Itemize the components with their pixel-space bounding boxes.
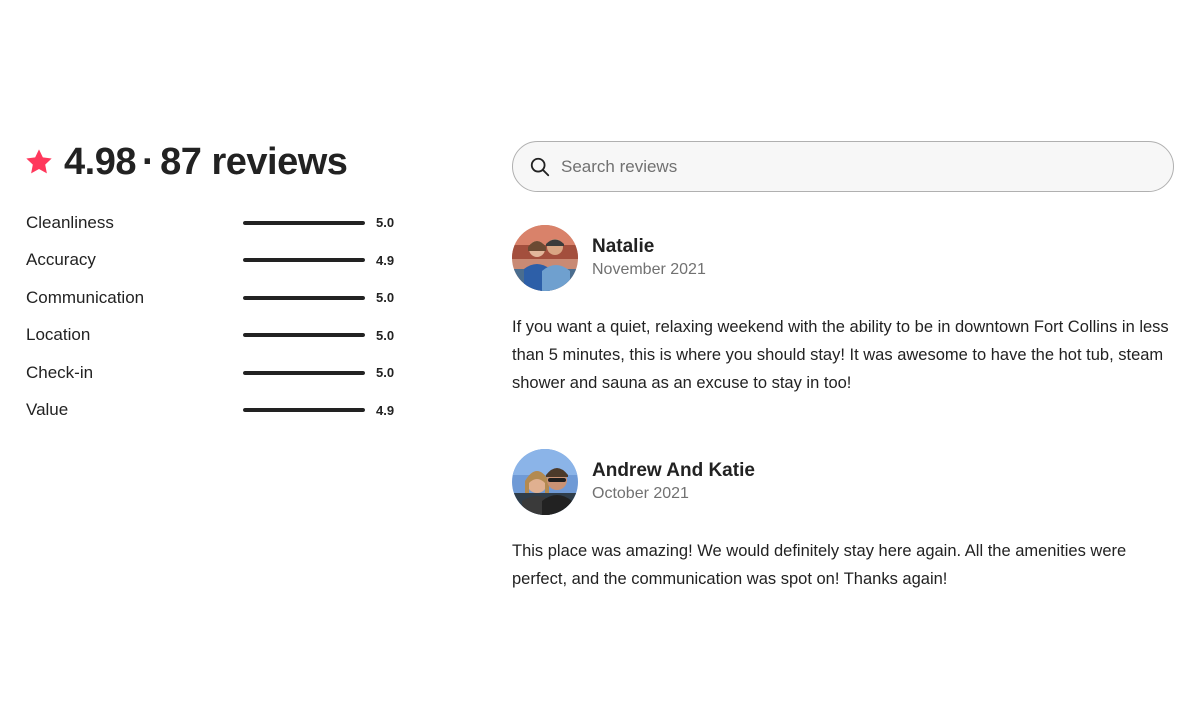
search-reviews-input[interactable]	[561, 156, 1151, 177]
reviewer-info: Natalie November 2021	[592, 235, 706, 281]
rating-score: 5.0	[376, 215, 395, 231]
rating-row-accuracy: Accuracy 4.9	[26, 242, 406, 280]
rating-summary-text: 4.98 · 87 reviews	[64, 140, 348, 184]
rating-bar-fill	[243, 220, 365, 225]
reviewer-name: Natalie	[592, 236, 655, 257]
rating-row-cleanliness: Cleanliness 5.0	[26, 204, 406, 242]
avatar[interactable]	[512, 225, 578, 291]
rating-bar-fill	[243, 295, 365, 300]
reviewer-info: Andrew And Katie October 2021	[592, 459, 755, 505]
rating-row-communication: Communication 5.0	[26, 279, 406, 317]
star-icon	[24, 147, 54, 177]
review-header: Andrew And Katie October 2021	[512, 449, 1172, 515]
rating-bar-fill	[243, 408, 365, 413]
rating-bar-fill	[243, 333, 365, 338]
reviewer-name: Andrew And Katie	[592, 460, 755, 481]
rating-bar	[243, 295, 365, 300]
rating-bar	[243, 333, 365, 338]
overall-rating: 4.98	[64, 141, 136, 183]
review-date: November 2021	[592, 261, 706, 278]
review-date: October 2021	[592, 485, 689, 502]
rating-score: 4.9	[376, 402, 395, 418]
rating-bar	[243, 408, 365, 413]
rating-label: Cleanliness	[26, 212, 114, 232]
search-reviews-box[interactable]	[512, 141, 1174, 192]
summary-separator: ·	[141, 141, 155, 183]
avatar[interactable]	[512, 449, 578, 515]
review-text: This place was amazing! We would definit…	[512, 542, 1127, 588]
review-count: 87 reviews	[160, 141, 348, 183]
review-text: If you want a quiet, relaxing weekend wi…	[512, 318, 1169, 392]
rating-bar-fill	[243, 370, 365, 375]
rating-bar	[243, 220, 365, 225]
rating-label: Communication	[26, 287, 145, 307]
rating-label: Location	[26, 325, 91, 345]
rating-bar	[243, 370, 365, 375]
rating-score: 5.0	[376, 290, 395, 306]
reviews-page: 4.98 · 87 reviews Cleanliness 5.0 Accuracy…	[0, 0, 1200, 720]
rating-row-value: Value 4.9	[26, 392, 406, 430]
rating-row-location: Location 5.0	[26, 317, 406, 355]
rating-score: 4.9	[376, 252, 395, 268]
review-header: Natalie November 2021	[512, 225, 1172, 291]
review-item: Natalie November 2021 If you want a quie…	[512, 225, 1172, 397]
category-ratings: Cleanliness 5.0 Accuracy 4.9 Communicati…	[26, 204, 406, 429]
rating-label: Accuracy	[26, 250, 96, 270]
rating-bar	[243, 258, 365, 263]
rating-bar-fill	[243, 258, 365, 263]
review-item: Andrew And Katie October 2021 This place…	[512, 449, 1172, 593]
rating-score: 5.0	[376, 365, 395, 381]
rating-label: Check-in	[26, 362, 94, 382]
rating-row-check-in: Check-in 5.0	[26, 354, 406, 392]
rating-summary: 4.98 · 87 reviews	[24, 140, 348, 184]
rating-score: 5.0	[376, 327, 395, 343]
rating-label: Value	[26, 400, 69, 420]
search-icon	[529, 156, 551, 178]
